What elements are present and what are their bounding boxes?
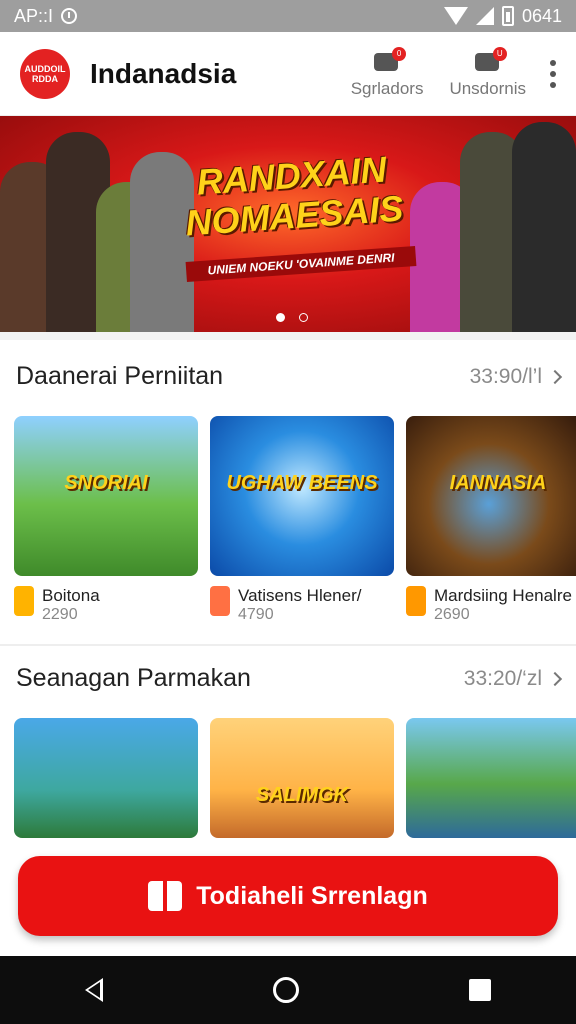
game-card[interactable] xyxy=(406,718,576,838)
game-card[interactable]: SALIMGK xyxy=(210,718,394,838)
game-name: Boitona xyxy=(42,586,100,605)
game-icon xyxy=(406,586,426,616)
game-card[interactable] xyxy=(14,718,198,838)
app-title: Indanadsia xyxy=(90,57,237,89)
wifi-icon xyxy=(443,7,468,25)
game-name: Mardsiing Henalre xyxy=(434,586,572,605)
back-icon[interactable] xyxy=(85,978,103,1002)
section-header: Daanerai Perniitan 33:90/l’l xyxy=(0,362,576,391)
section-header: Seanagan Parmakan 33:20/‘zl xyxy=(0,664,576,693)
carousel-dot[interactable] xyxy=(299,313,308,322)
notification-badge: U xyxy=(492,46,507,61)
game-count: 2290 xyxy=(42,606,78,623)
divider xyxy=(0,332,576,340)
controller-button[interactable]: 0 Sgrladors xyxy=(350,46,424,99)
notification-badge: 0 xyxy=(392,46,407,61)
game-row: SNORIAI Boitona 2290 UGHAW BEENS Vatisen… xyxy=(14,416,576,624)
app-bar: AUDDOIL RDDA Indanadsia 0 Sgrladors U Un… xyxy=(0,32,576,116)
primary-action-label: Todiaheli Srrenlagn xyxy=(196,881,428,910)
section-count: 33:20/‘zl xyxy=(463,666,542,690)
game-thumbnail: SALIMGK xyxy=(210,718,394,838)
inbox-button[interactable]: U Unsdornis xyxy=(449,46,526,99)
controller-label: Sgrladors xyxy=(350,78,424,98)
banner-title: RANDXAIN NOMAESAIS xyxy=(184,148,405,244)
game-art-title: UGHAW BEENS xyxy=(226,472,378,494)
game-art-title: SNORIAI xyxy=(64,472,148,494)
promo-banner[interactable]: RANDXAIN NOMAESAIS UNIEM NOEKU 'OVAINME … xyxy=(0,116,576,332)
game-icon xyxy=(210,586,230,616)
status-carrier: AP::I xyxy=(14,5,54,26)
game-card[interactable]: SNORIAI Boitona 2290 xyxy=(14,416,198,624)
primary-action-button[interactable]: Todiaheli Srrenlagn xyxy=(18,856,558,936)
game-thumbnail xyxy=(406,718,576,838)
hero-character xyxy=(512,122,576,332)
status-bar: AP::I 0641 xyxy=(0,0,576,32)
battery-icon xyxy=(501,6,514,26)
section-count: 33:90/l’l xyxy=(469,364,542,388)
carousel-dot-active[interactable] xyxy=(276,313,285,322)
game-count: 2690 xyxy=(434,606,470,623)
game-card[interactable]: UGHAW BEENS Vatisens Hlener/ 4790 xyxy=(210,416,394,624)
game-thumbnail: SNORIAI xyxy=(14,416,198,576)
banner-tagline: UNIEM NOEKU 'OVAINME DENRI xyxy=(185,246,417,282)
inbox-label: Unsdornis xyxy=(449,78,526,98)
carousel-indicator xyxy=(276,313,308,322)
game-thumbnail: UGHAW BEENS xyxy=(210,416,394,576)
game-thumbnail: IANNASIA xyxy=(406,416,576,576)
section-see-all[interactable]: 33:20/‘zl xyxy=(463,666,563,691)
section-title: Seanagan Parmakan xyxy=(16,664,251,692)
game-name: Vatisens Hlener/ xyxy=(238,586,362,605)
chevron-right-icon xyxy=(547,671,563,686)
section-see-all[interactable]: 33:90/l’l xyxy=(469,364,563,389)
system-nav-bar xyxy=(0,956,576,1024)
divider xyxy=(0,644,576,646)
home-icon[interactable] xyxy=(273,977,299,1003)
section-title: Daanerai Perniitan xyxy=(16,362,224,390)
game-row: SALIMGK xyxy=(14,718,576,838)
app-logo[interactable]: AUDDOIL RDDA xyxy=(20,48,70,99)
chevron-right-icon xyxy=(547,369,563,384)
gift-icon xyxy=(148,881,183,911)
game-thumbnail xyxy=(14,718,198,838)
game-count: 4790 xyxy=(238,606,274,623)
game-art-title: IANNASIA xyxy=(449,472,547,494)
recent-apps-icon[interactable] xyxy=(469,979,491,1001)
game-icon xyxy=(14,586,34,616)
signal-icon xyxy=(475,7,494,25)
clock-icon xyxy=(61,8,78,24)
status-time: 0641 xyxy=(521,5,562,26)
more-options-icon[interactable] xyxy=(550,59,556,88)
game-art-title: SALIMGK xyxy=(255,784,349,806)
game-card[interactable]: IANNASIA Mardsiing Henalre 2690 xyxy=(406,416,576,624)
